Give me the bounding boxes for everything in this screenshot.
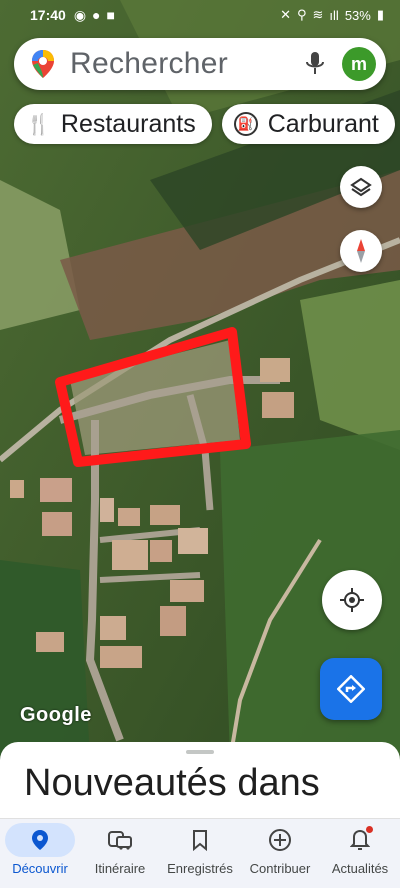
chip-fuel-label: Carburant bbox=[267, 109, 379, 138]
nav-saved-label: Enregistrés bbox=[167, 861, 233, 876]
account-icon: ● bbox=[92, 7, 101, 23]
maps-pin-icon bbox=[32, 50, 54, 78]
compass-icon bbox=[357, 239, 365, 263]
sheet-drag-handle[interactable] bbox=[186, 750, 214, 754]
explore-pin-icon bbox=[32, 830, 48, 850]
layers-icon bbox=[350, 177, 372, 197]
compass-button[interactable] bbox=[340, 230, 382, 272]
search-input[interactable]: Rechercher bbox=[70, 47, 304, 81]
add-circle-icon bbox=[269, 829, 291, 851]
nav-updates[interactable]: Actualités bbox=[320, 819, 400, 888]
search-bar[interactable]: Rechercher m bbox=[14, 38, 386, 90]
bottom-sheet[interactable]: Nouveautés dans bbox=[0, 742, 400, 822]
commute-icon bbox=[108, 831, 132, 850]
chip-restaurants-label: Restaurants bbox=[60, 109, 196, 138]
directions-button[interactable] bbox=[320, 658, 382, 720]
nav-explore-label: Découvrir bbox=[12, 861, 68, 876]
nav-contribute-label: Contribuer bbox=[249, 861, 311, 876]
notification-badge bbox=[366, 825, 373, 833]
nav-updates-label: Actualités bbox=[331, 861, 389, 876]
chip-restaurants[interactable]: 🍴 Restaurants bbox=[14, 104, 212, 144]
account-avatar[interactable]: m bbox=[342, 47, 376, 81]
signal-icon: ıll bbox=[329, 7, 339, 23]
bottom-navigation: Découvrir Itinéraire Enregistrés Contrib… bbox=[0, 818, 400, 888]
sheet-title: Nouveautés dans bbox=[24, 762, 320, 804]
chip-fuel[interactable]: ⛽ Carburant bbox=[221, 104, 395, 144]
mute-icon: ✕ bbox=[280, 7, 291, 22]
folder-icon: ■ bbox=[106, 7, 115, 23]
bookmark-icon bbox=[193, 830, 207, 851]
restaurant-icon: 🍴 bbox=[26, 113, 51, 136]
fuel-icon: ⛽ bbox=[233, 112, 258, 136]
status-bar: 17:40 ◉ ● ■ ✕ ⚲ ≋ ıll 53% ▮ bbox=[0, 0, 400, 30]
battery-percent: 53% bbox=[344, 7, 371, 23]
google-logo: Google bbox=[20, 704, 92, 726]
layers-button[interactable] bbox=[340, 166, 382, 208]
nav-saved[interactable]: Enregistrés bbox=[160, 819, 240, 888]
wifi-icon: ≋ bbox=[312, 7, 324, 22]
notification-icon: ◉ bbox=[73, 6, 87, 23]
category-chips: 🍴 Restaurants ⛽ Carburant bbox=[14, 104, 395, 144]
nav-explore[interactable]: Découvrir bbox=[0, 819, 80, 888]
my-location-icon bbox=[340, 588, 364, 612]
nav-contribute[interactable]: Contribuer bbox=[240, 819, 320, 888]
my-location-button[interactable] bbox=[322, 570, 382, 630]
nav-commute[interactable]: Itinéraire bbox=[80, 819, 160, 888]
battery-icon: ▮ bbox=[376, 7, 384, 22]
location-icon: ⚲ bbox=[296, 7, 307, 22]
microphone-icon[interactable] bbox=[304, 50, 326, 78]
status-time: 17:40 bbox=[30, 7, 66, 23]
nav-commute-label: Itinéraire bbox=[94, 861, 146, 876]
directions-icon bbox=[337, 675, 365, 703]
